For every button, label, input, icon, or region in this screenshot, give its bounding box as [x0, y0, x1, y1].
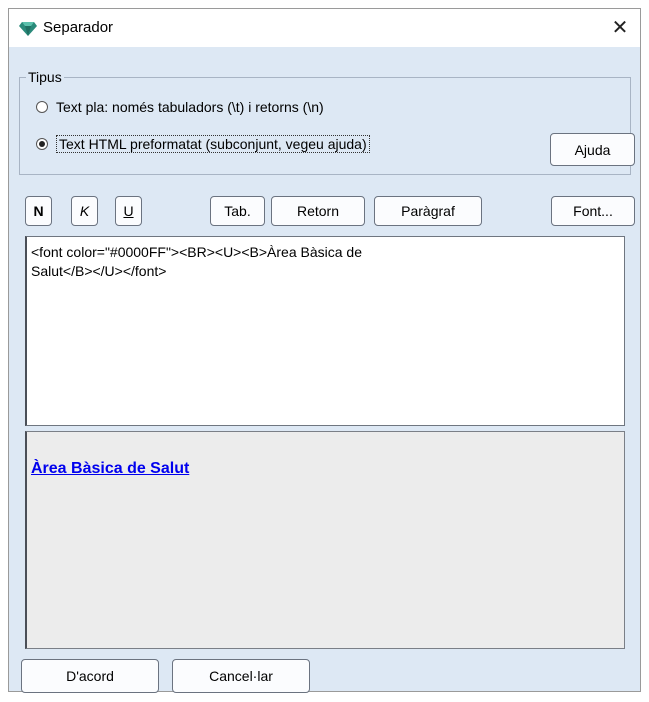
- bold-icon: N: [33, 203, 44, 219]
- dialog-window: Separador ✕ Tipus Text pla: només tabula…: [8, 8, 641, 693]
- close-icon[interactable]: ✕: [600, 9, 640, 47]
- paragraf-button[interactable]: Paràgraf: [374, 196, 482, 226]
- font-button-label: Font...: [573, 203, 613, 219]
- tab-button-label: Tab.: [224, 203, 251, 219]
- cancel-button[interactable]: Cancel·lar: [172, 659, 310, 693]
- preview-text: Àrea Bàsica de Salut: [31, 460, 190, 477]
- html-editor[interactable]: <font color="#0000FF"><BR><U><B>Àrea Bàs…: [25, 236, 625, 426]
- retorn-button[interactable]: Retorn: [271, 196, 365, 226]
- ok-button[interactable]: D'acord: [21, 659, 159, 693]
- editor-line: Salut</B></U></font>: [31, 263, 167, 279]
- window-title: Separador: [43, 19, 114, 36]
- underline-icon: U: [123, 203, 134, 219]
- retorn-button-label: Retorn: [296, 203, 340, 219]
- paragraf-button-label: Paràgraf: [401, 203, 455, 219]
- bold-button[interactable]: N: [25, 196, 52, 226]
- italic-button[interactable]: K: [71, 196, 98, 226]
- ok-button-label: D'acord: [66, 668, 114, 684]
- tab-button[interactable]: Tab.: [210, 196, 265, 226]
- preview-pane: Àrea Bàsica de Salut: [25, 431, 625, 649]
- radio-label: Text HTML preformatat (subconjunt, vegeu…: [56, 135, 370, 153]
- editor-line: <font color="#0000FF"><BR><U><B>Àrea Bàs…: [31, 244, 362, 260]
- gem-icon: [19, 22, 37, 36]
- radio-plain-text[interactable]: Text pla: només tabuladors (\t) i retorn…: [36, 99, 324, 115]
- font-button[interactable]: Font...: [551, 196, 635, 226]
- help-button-label: Ajuda: [574, 141, 611, 158]
- radio-html-text[interactable]: Text HTML preformatat (subconjunt, vegeu…: [36, 135, 370, 153]
- radio-button[interactable]: [36, 101, 48, 113]
- title-bar: Separador ✕: [9, 9, 640, 47]
- help-button[interactable]: Ajuda: [550, 133, 635, 166]
- radio-label: Text pla: només tabuladors (\t) i retorn…: [56, 99, 324, 115]
- italic-icon: K: [79, 203, 90, 219]
- radio-button[interactable]: [36, 138, 48, 150]
- cancel-button-label: Cancel·lar: [209, 668, 273, 684]
- underline-button[interactable]: U: [115, 196, 142, 226]
- tipus-legend: Tipus: [28, 69, 62, 85]
- tipus-group: Tipus Text pla: només tabuladors (\t) i …: [19, 69, 631, 175]
